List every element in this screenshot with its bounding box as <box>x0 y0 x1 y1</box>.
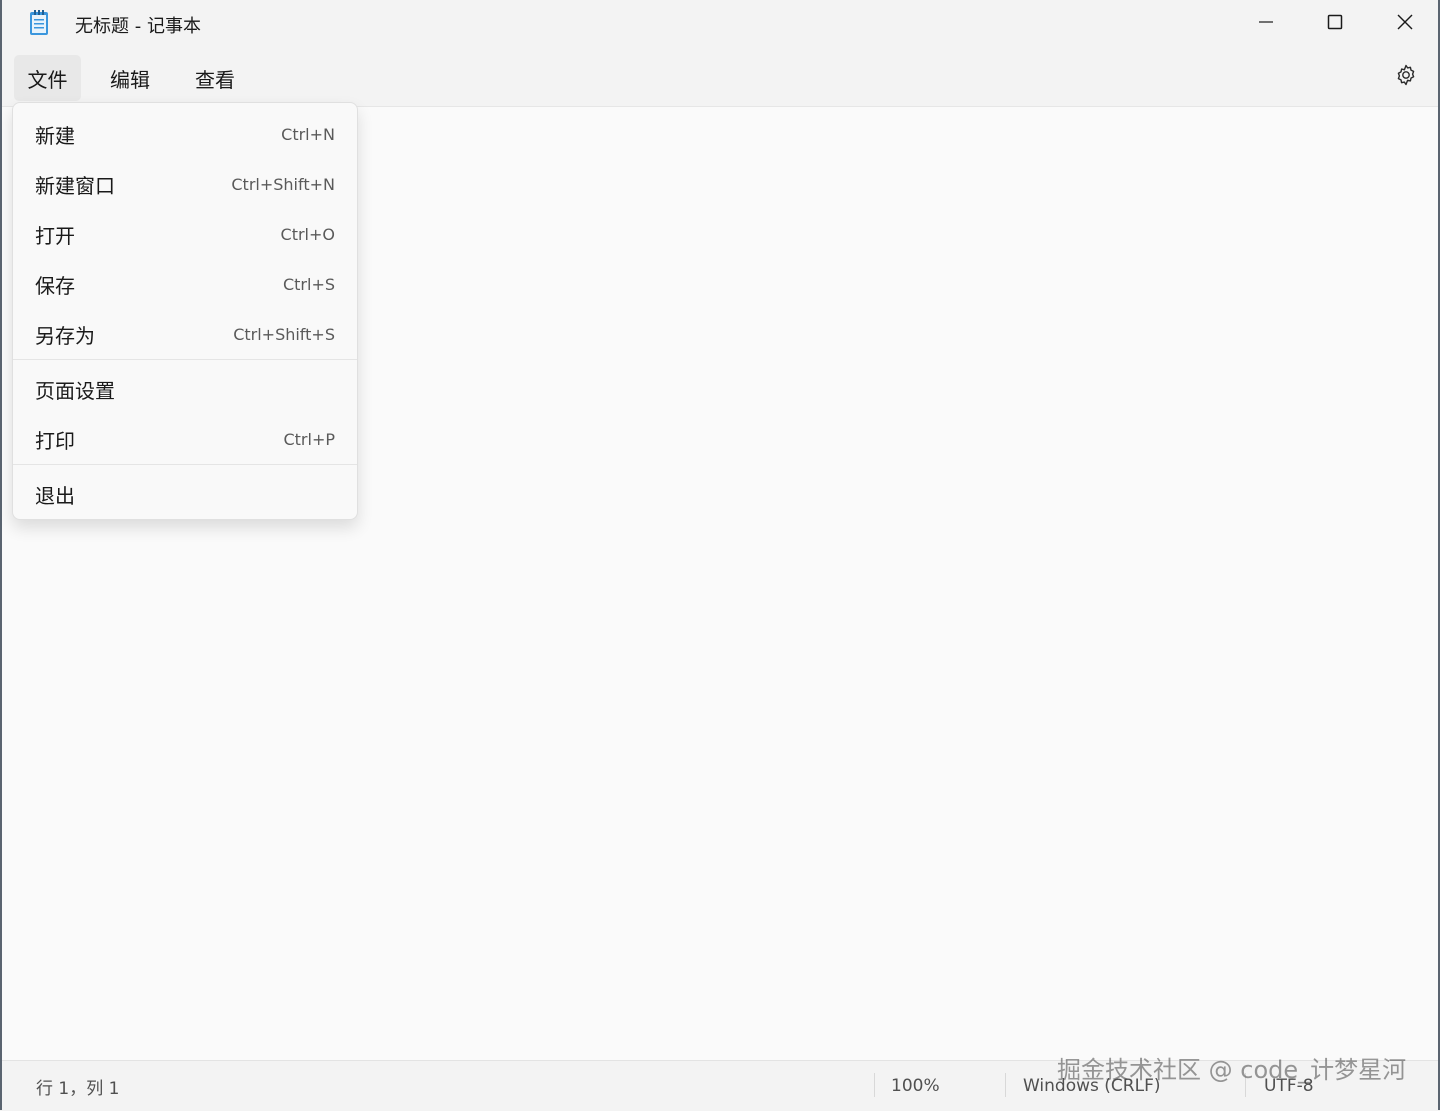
menu-item-shortcut: Ctrl+N <box>281 124 335 144</box>
settings-button[interactable] <box>1386 63 1426 91</box>
notepad-icon <box>29 10 49 36</box>
menu-item-open[interactable]: 打开 Ctrl+O <box>19 211 353 257</box>
menu-item-shortcut: Ctrl+P <box>283 429 335 449</box>
close-button[interactable] <box>1370 0 1440 44</box>
menu-item-shortcut: Ctrl+S <box>282 274 335 294</box>
menu-item-label: 另存为 <box>35 323 95 348</box>
menu-item-exit[interactable]: 退出 <box>19 471 353 517</box>
menu-item-shortcut: Ctrl+O <box>280 224 335 244</box>
menu-bar: 文件 编辑 查看 <box>2 50 1438 106</box>
menu-item-shortcut: Ctrl+Shift+S <box>233 324 335 344</box>
maximize-button[interactable] <box>1300 0 1370 44</box>
menu-item-save-as[interactable]: 另存为 Ctrl+Shift+S <box>19 311 353 357</box>
status-divider <box>1005 1073 1006 1097</box>
status-divider <box>874 1073 875 1097</box>
menu-view-label: 查看 <box>195 67 235 92</box>
menu-item-label: 退出 <box>35 483 75 508</box>
menu-item-label: 打印 <box>35 428 75 453</box>
encoding: UTF-8 <box>1264 1076 1314 1096</box>
menu-item-label: 打开 <box>35 223 75 248</box>
file-menu-dropdown: 新建 Ctrl+N 新建窗口 Ctrl+Shift+N 打开 Ctrl+O 保存… <box>12 102 358 520</box>
menu-file-label: 文件 <box>27 67 68 92</box>
menu-edit-label: 编辑 <box>110 67 150 92</box>
menu-item-print[interactable]: 打印 Ctrl+P <box>19 416 353 462</box>
menu-file[interactable]: 文件 <box>14 55 81 101</box>
menu-item-new[interactable]: 新建 Ctrl+N <box>19 111 353 157</box>
line-ending: Windows (CRLF) <box>1023 1076 1161 1096</box>
title-bar[interactable]: 无标题 - 记事本 <box>2 0 1438 46</box>
menu-separator <box>13 359 357 360</box>
window-title: 无标题 - 记事本 <box>75 16 201 37</box>
menu-view[interactable]: 查看 <box>179 55 251 101</box>
zoom-level: 100% <box>891 1076 940 1096</box>
menu-edit[interactable]: 编辑 <box>94 55 166 101</box>
cursor-position: 行 1，列 1 <box>36 1078 120 1099</box>
minimize-icon <box>1258 14 1274 30</box>
close-icon <box>1396 13 1414 31</box>
gear-icon <box>1394 63 1418 91</box>
menu-item-label: 页面设置 <box>35 378 115 403</box>
minimize-button[interactable] <box>1231 0 1301 44</box>
menu-item-page-setup[interactable]: 页面设置 <box>19 366 353 412</box>
menu-item-shortcut: Ctrl+Shift+N <box>231 174 335 194</box>
menu-item-save[interactable]: 保存 Ctrl+S <box>19 261 353 307</box>
menu-item-new-window[interactable]: 新建窗口 Ctrl+Shift+N <box>19 161 353 207</box>
menu-item-label: 新建窗口 <box>35 173 115 198</box>
status-bar: 行 1，列 1 100% Windows (CRLF) UTF-8 <box>2 1060 1438 1110</box>
menu-item-label: 新建 <box>35 123 75 148</box>
menu-item-label: 保存 <box>35 273 75 298</box>
notepad-window: 无标题 - 记事本 文件 编辑 查看 行 1，列 1 100% Windows … <box>0 0 1440 1110</box>
status-divider <box>1245 1073 1246 1097</box>
menu-separator <box>13 464 357 465</box>
maximize-icon <box>1327 14 1343 30</box>
